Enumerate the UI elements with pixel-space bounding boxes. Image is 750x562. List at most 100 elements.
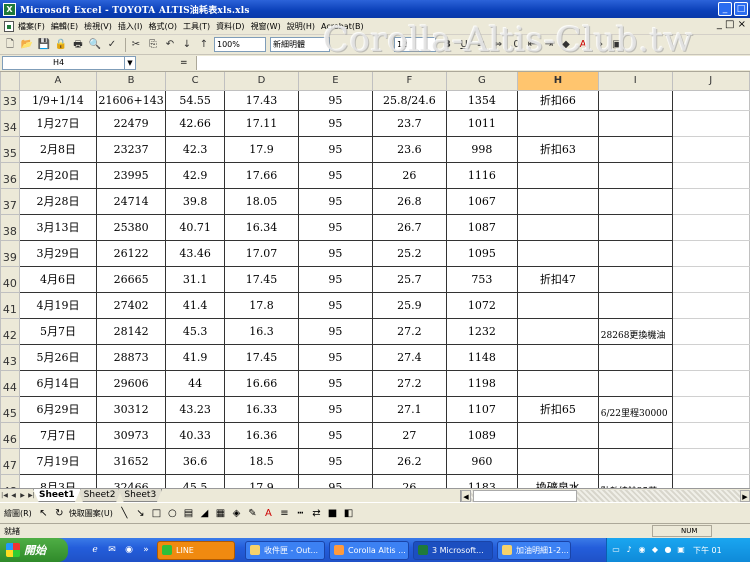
permission-icon[interactable]: 🔒 <box>54 38 68 52</box>
cell-e44[interactable]: 95 <box>298 370 374 397</box>
cell-c35[interactable]: 42.3 <box>165 136 226 163</box>
cell-f36[interactable]: 26 <box>372 162 447 189</box>
cell-j42[interactable] <box>672 318 750 345</box>
cell-e37[interactable]: 95 <box>298 188 374 215</box>
taskbar-excel[interactable]: 3 Microsoft... <box>413 540 493 560</box>
cell-d43[interactable]: 17.45 <box>224 344 299 371</box>
cell-d34[interactable]: 17.11 <box>224 110 299 137</box>
cell-b40[interactable]: 26665 <box>96 266 167 293</box>
cell-a41[interactable]: 4月19日 <box>19 292 98 319</box>
column-header-d[interactable]: D <box>224 72 299 91</box>
open-icon[interactable]: 📂 <box>20 38 34 52</box>
cell-g46[interactable]: 1089 <box>446 422 519 449</box>
cell-g36[interactable]: 1116 <box>446 162 519 189</box>
cell-e48[interactable]: 95 <box>298 474 374 488</box>
window-title-bar[interactable]: X Microsoft Excel - TOYOTA ALTIS油耗表xls.x… <box>0 0 750 18</box>
select-all-corner[interactable] <box>0 72 20 91</box>
rotate-icon[interactable]: ↻ <box>53 507 66 520</box>
cell-a33[interactable]: 1/9+1/14 <box>19 90 98 111</box>
cell-d37[interactable]: 18.05 <box>224 188 299 215</box>
taskbar-folder[interactable]: 加油明細1-2... <box>497 540 571 560</box>
3d-icon[interactable]: ◧ <box>342 507 355 520</box>
cell-i45[interactable]: 6/22里程30000 <box>598 396 673 423</box>
column-header-b[interactable]: B <box>96 72 167 91</box>
cell-c43[interactable]: 41.9 <box>165 344 226 371</box>
volume-icon[interactable]: ♪ <box>624 545 634 555</box>
taskbar-outlook[interactable]: 收件匣 - Out... <box>245 540 325 560</box>
font-select[interactable]: 新細明體 <box>270 37 330 52</box>
cell-f43[interactable]: 27.4 <box>372 344 447 371</box>
toolbar-options-icon[interactable]: » <box>593 38 607 52</box>
cell-h44[interactable] <box>517 370 599 397</box>
cell-e45[interactable]: 95 <box>298 396 374 423</box>
font-size-select[interactable]: 12 <box>394 37 436 52</box>
chevron-down-icon[interactable]: ▼ <box>125 56 136 70</box>
column-header-h[interactable]: H <box>517 72 599 91</box>
cell-e36[interactable]: 95 <box>298 162 374 189</box>
clipart-icon[interactable]: ▦ <box>214 507 227 520</box>
first-sheet-icon[interactable]: |◀ <box>0 491 9 501</box>
column-header-a[interactable]: A <box>18 72 98 91</box>
cell-h40[interactable]: 折扣47 <box>517 266 599 293</box>
cell-g41[interactable]: 1072 <box>446 292 519 319</box>
network-icon[interactable]: ▭ <box>611 545 621 555</box>
cell-a46[interactable]: 7月7日 <box>19 422 98 449</box>
cell-i42[interactable]: 28268更換機油 <box>598 318 673 345</box>
cell-g39[interactable]: 1095 <box>446 240 519 267</box>
document-window-controls[interactable]: _ □ × <box>717 19 746 30</box>
row-header[interactable]: 48 <box>0 473 20 488</box>
fill-color-icon[interactable]: ◆ <box>559 38 573 52</box>
cell-c42[interactable]: 45.3 <box>165 318 226 345</box>
cell-a43[interactable]: 5月26日 <box>19 344 98 371</box>
cell-d39[interactable]: 17.07 <box>224 240 299 267</box>
column-header-f[interactable]: F <box>372 72 447 91</box>
cell-j33[interactable] <box>672 90 750 111</box>
line-color-icon[interactable]: ✎ <box>246 507 259 520</box>
menu-format[interactable]: 格式(O) <box>148 21 177 32</box>
cell-a36[interactable]: 2月20日 <box>19 162 98 189</box>
cell-j39[interactable] <box>672 240 750 267</box>
row-header[interactable]: 43 <box>0 343 20 371</box>
cell-f46[interactable]: 27 <box>372 422 447 449</box>
cell-i37[interactable] <box>598 188 673 215</box>
print-icon[interactable]: 🖶 <box>71 38 85 52</box>
name-box[interactable]: H4 <box>2 56 125 70</box>
cell-g35[interactable]: 998 <box>446 136 519 163</box>
row-header[interactable]: 38 <box>0 213 20 241</box>
cell-a37[interactable]: 2月28日 <box>19 188 98 215</box>
cell-d40[interactable]: 17.45 <box>224 266 299 293</box>
cell-d46[interactable]: 16.36 <box>224 422 299 449</box>
cell-j36[interactable] <box>672 162 750 189</box>
excel-app-icon[interactable]: X <box>3 2 16 16</box>
cell-i44[interactable] <box>598 370 673 397</box>
cell-g40[interactable]: 753 <box>446 266 519 293</box>
align-center-icon[interactable]: ≡ <box>474 38 488 52</box>
cell-i34[interactable] <box>598 110 673 137</box>
row-header[interactable]: 45 <box>0 395 20 423</box>
row-header[interactable]: 44 <box>0 369 20 397</box>
cell-d38[interactable]: 16.34 <box>224 214 299 241</box>
media-icon[interactable]: ◉ <box>122 543 136 557</box>
acrobat-icon[interactable]: ▣ <box>610 38 624 52</box>
cell-h42[interactable] <box>517 318 599 345</box>
cell-c48[interactable]: 45.5 <box>165 474 226 488</box>
merge-center-icon[interactable]: ⇔ <box>491 38 505 52</box>
cell-i39[interactable] <box>598 240 673 267</box>
cell-i38[interactable] <box>598 214 673 241</box>
cell-e35[interactable]: 95 <box>298 136 374 163</box>
cell-e40[interactable]: 95 <box>298 266 374 293</box>
cell-g42[interactable]: 1232 <box>446 318 519 345</box>
arrow-icon[interactable]: ↘ <box>134 507 147 520</box>
cell-f33[interactable]: 25.8/24.6 <box>372 90 447 111</box>
cell-i40[interactable] <box>598 266 673 293</box>
cell-e46[interactable]: 95 <box>298 422 374 449</box>
print-preview-icon[interactable]: 🔍 <box>88 38 102 52</box>
cell-e34[interactable]: 95 <box>298 110 374 137</box>
quick-launch-more-icon[interactable]: » <box>139 543 153 557</box>
scroll-right-icon[interactable]: ▶ <box>740 490 750 502</box>
cell-g48[interactable]: 1183 <box>446 474 519 488</box>
cell-i35[interactable] <box>598 136 673 163</box>
formula-input[interactable] <box>195 56 750 70</box>
sort-ascending-icon[interactable]: ↓ <box>180 38 194 52</box>
cell-h48[interactable]: 換礦泉水 <box>517 474 599 488</box>
